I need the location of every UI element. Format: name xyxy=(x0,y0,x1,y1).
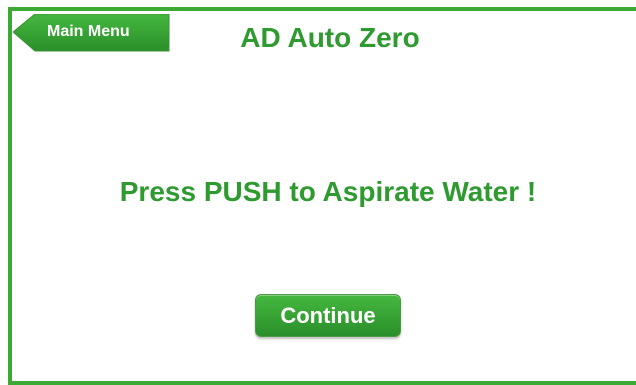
frame-top-border xyxy=(8,7,636,11)
main-menu-label: Main Menu xyxy=(47,23,130,40)
main-menu-button[interactable]: Main Menu xyxy=(13,14,171,53)
page-title: AD Auto Zero xyxy=(240,22,420,53)
instruction-text: Press PUSH to Aspirate Water ! xyxy=(119,176,537,207)
continue-button[interactable]: Continue xyxy=(255,294,401,337)
frame-bottom-border xyxy=(8,381,636,385)
screen: Main Menu AD Auto Zero Press PUSH to Asp… xyxy=(0,0,636,385)
frame-left-border xyxy=(8,7,12,385)
